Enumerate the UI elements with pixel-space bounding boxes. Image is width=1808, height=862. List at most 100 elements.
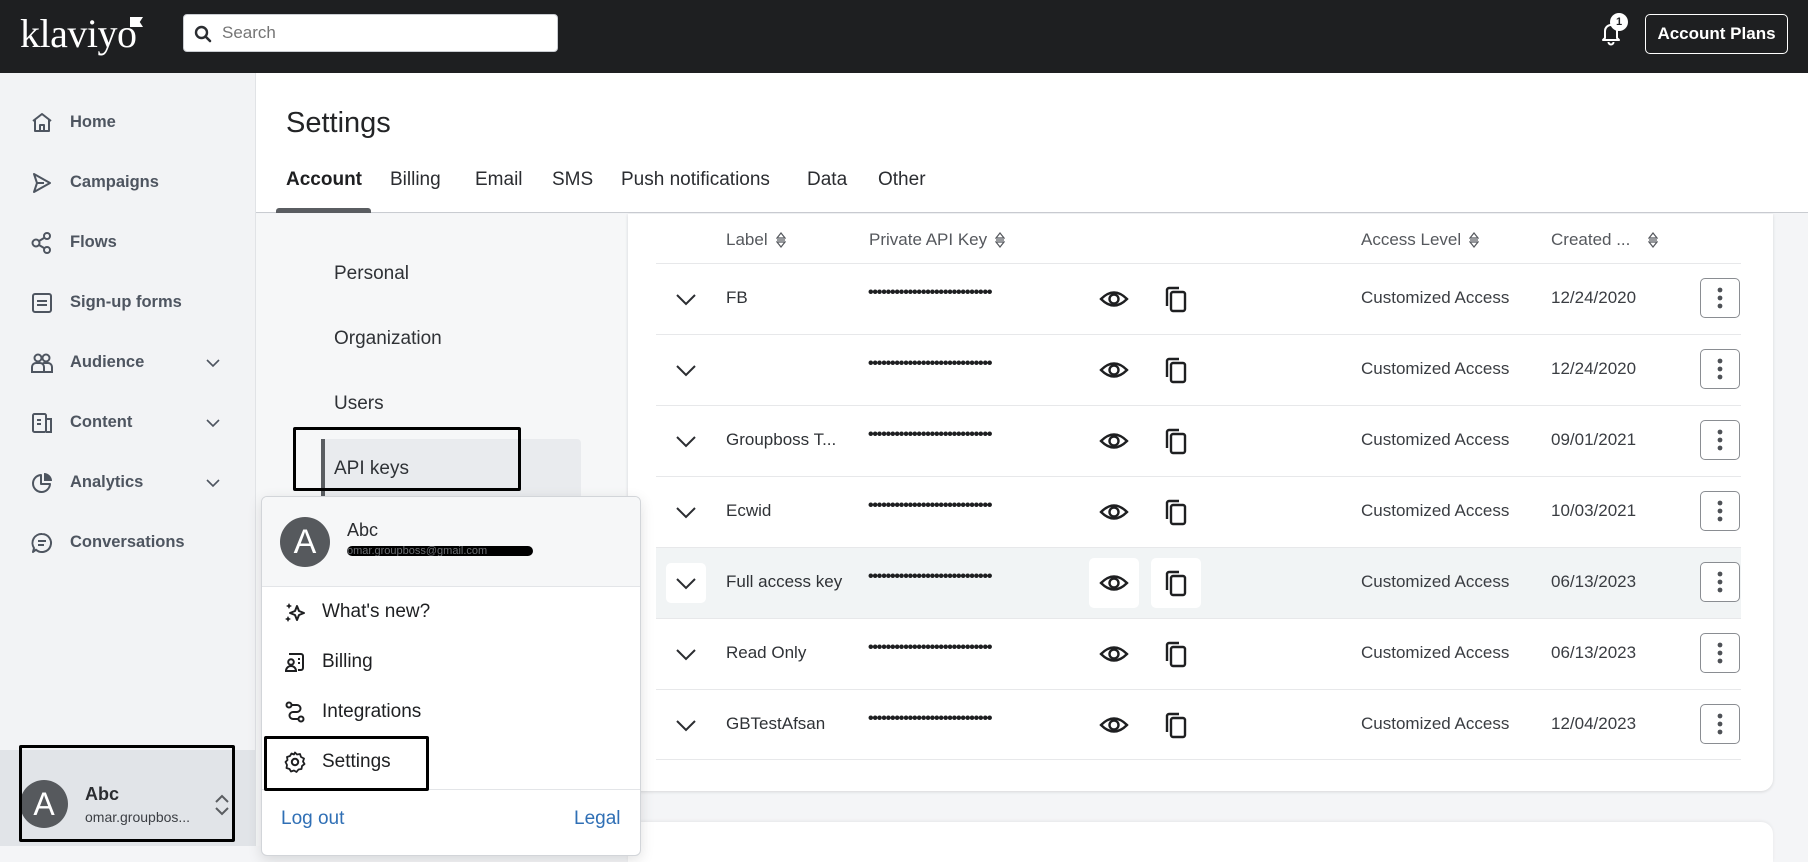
sidebar-item-conversations[interactable]: Conversations xyxy=(0,522,255,562)
sidebar-item-analytics[interactable]: Analytics xyxy=(0,462,255,502)
access-level: Customized Access xyxy=(1361,643,1510,662)
copy-icon xyxy=(1165,499,1187,526)
table-row: FB •••••••••••••••••••••••••••• Customiz… xyxy=(656,263,1741,334)
row-actions-button[interactable] xyxy=(1700,704,1740,744)
tab-sms[interactable]: SMS xyxy=(552,169,593,191)
created-date: 12/24/2020 xyxy=(1551,288,1637,307)
copy-key-button[interactable] xyxy=(1151,487,1201,537)
user-email: omar.groupbos... xyxy=(85,809,191,825)
column-header-private-api-key[interactable]: Private API Key xyxy=(869,230,1006,250)
tab-push-notifications[interactable]: Push notifications xyxy=(621,169,770,191)
copy-icon xyxy=(1165,286,1187,313)
copy-icon xyxy=(1165,570,1187,597)
column-header-created[interactable]: Created ... xyxy=(1551,230,1659,250)
row-actions-button[interactable] xyxy=(1700,278,1740,318)
sidebar-item-flows[interactable]: Flows xyxy=(0,222,255,262)
masked-api-key: •••••••••••••••••••••••••••• xyxy=(868,426,992,443)
menu-item-settings[interactable]: Settings xyxy=(262,740,640,784)
access-level: Customized Access xyxy=(1361,430,1510,449)
eye-icon xyxy=(1099,717,1129,733)
copy-key-button[interactable] xyxy=(1151,345,1201,395)
expand-row-button[interactable] xyxy=(666,634,706,674)
sidebar-item-audience[interactable]: Audience xyxy=(0,342,255,382)
table-bottom-border xyxy=(656,759,1741,760)
menu-divider xyxy=(262,789,640,790)
reveal-key-button[interactable] xyxy=(1089,629,1139,679)
more-vertical-icon xyxy=(1717,287,1723,309)
legal-link[interactable]: Legal xyxy=(574,808,621,830)
copy-key-button[interactable] xyxy=(1151,274,1201,324)
search-input[interactable] xyxy=(222,15,542,51)
chevron-down-icon xyxy=(206,479,220,488)
column-header-label[interactable]: Label xyxy=(726,230,786,250)
expand-row-button[interactable] xyxy=(666,421,706,461)
notification-count-badge: 1 xyxy=(1610,13,1628,31)
expand-row-button[interactable] xyxy=(666,705,706,745)
tab-email[interactable]: Email xyxy=(475,169,523,191)
copy-icon xyxy=(1165,357,1187,384)
send-icon xyxy=(33,173,51,193)
row-actions-button[interactable] xyxy=(1700,349,1740,389)
copy-key-button[interactable] xyxy=(1151,416,1201,466)
sidebar-item-home[interactable]: Home xyxy=(0,102,255,142)
masked-api-key: •••••••••••••••••••••••••••• xyxy=(868,497,992,514)
search-box[interactable] xyxy=(183,14,558,52)
subnav-users[interactable]: Users xyxy=(334,393,384,415)
table-row: Ecwid •••••••••••••••••••••••••••• Custo… xyxy=(656,476,1741,547)
sort-icon xyxy=(1469,232,1480,248)
klaviyo-logo[interactable]: klaviyo xyxy=(20,12,137,56)
key-label: FB xyxy=(726,288,748,307)
menu-item-integrations[interactable]: Integrations xyxy=(262,690,640,734)
table-row: •••••••••••••••••••••••••••• Customized … xyxy=(656,334,1741,405)
column-header-access-level[interactable]: Access Level xyxy=(1361,230,1480,250)
copy-key-button[interactable] xyxy=(1151,629,1201,679)
reveal-key-button[interactable] xyxy=(1089,700,1139,750)
access-level: Customized Access xyxy=(1361,572,1510,591)
reveal-key-button[interactable] xyxy=(1089,558,1139,608)
logout-link[interactable]: Log out xyxy=(281,808,344,830)
copy-key-button[interactable] xyxy=(1151,700,1201,750)
user-name: Abc xyxy=(85,784,120,804)
chevron-down-icon xyxy=(676,294,696,306)
row-actions-button[interactable] xyxy=(1700,562,1740,602)
reveal-key-button[interactable] xyxy=(1089,274,1139,324)
chat-icon xyxy=(31,533,52,553)
subnav-personal[interactable]: Personal xyxy=(334,263,409,285)
tab-account[interactable]: Account xyxy=(286,169,362,191)
menu-item-billing[interactable]: Billing xyxy=(262,640,640,684)
eye-icon xyxy=(1099,575,1129,591)
subnav-api-keys[interactable]: API keys xyxy=(334,458,409,480)
audience-icon xyxy=(31,353,53,373)
menu-item-whats-new[interactable]: What's new? xyxy=(262,590,640,634)
key-label: Ecwid xyxy=(726,501,772,520)
expand-row-button[interactable] xyxy=(666,350,706,390)
expand-row-button[interactable] xyxy=(666,279,706,319)
next-section-card xyxy=(628,822,1773,862)
row-actions-button[interactable] xyxy=(1700,420,1740,460)
reveal-key-button[interactable] xyxy=(1089,416,1139,466)
tab-billing[interactable]: Billing xyxy=(390,169,441,191)
reveal-key-button[interactable] xyxy=(1089,345,1139,395)
sort-icon xyxy=(1648,232,1659,248)
expand-row-button[interactable] xyxy=(666,492,706,532)
tab-data[interactable]: Data xyxy=(807,169,847,191)
access-level: Customized Access xyxy=(1361,288,1510,307)
analytics-icon xyxy=(32,473,52,493)
sidebar-item-campaigns[interactable]: Campaigns xyxy=(0,162,255,202)
reveal-key-button[interactable] xyxy=(1089,487,1139,537)
sidebar-item-content[interactable]: Content xyxy=(0,402,255,442)
row-actions-button[interactable] xyxy=(1700,491,1740,531)
copy-icon xyxy=(1165,712,1187,739)
subnav-organization[interactable]: Organization xyxy=(334,328,442,350)
sidebar-item-signup-forms[interactable]: Sign-up forms xyxy=(0,282,255,322)
row-actions-button[interactable] xyxy=(1700,633,1740,673)
user-menu-avatar: A xyxy=(280,517,330,567)
expand-row-button[interactable] xyxy=(666,563,706,603)
tab-other[interactable]: Other xyxy=(878,169,926,191)
account-plans-button[interactable]: Account Plans xyxy=(1645,14,1788,54)
sidebar-item-label: Home xyxy=(70,112,116,131)
chevron-up-down-icon[interactable] xyxy=(213,792,231,818)
more-vertical-icon xyxy=(1717,358,1723,380)
more-vertical-icon xyxy=(1717,642,1723,664)
copy-key-button[interactable] xyxy=(1151,558,1201,608)
